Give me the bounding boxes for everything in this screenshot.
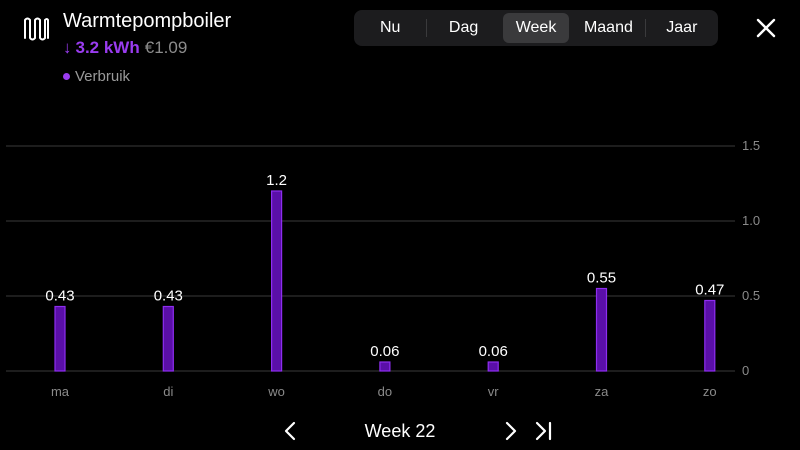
bar — [704, 299, 716, 372]
chevron-right-icon[interactable] — [497, 418, 523, 444]
x-tick-label: zo — [703, 384, 717, 399]
tab-divider — [644, 19, 646, 37]
tab-nu[interactable]: Nu — [357, 13, 423, 43]
x-tick-label: za — [595, 384, 610, 399]
x-tick-label: vr — [488, 384, 500, 399]
x-tick-label: do — [378, 384, 392, 399]
data-label: 0.06 — [479, 343, 508, 360]
bar — [54, 305, 66, 372]
period-selector: Nu Dag Week Maand Jaar — [354, 10, 718, 46]
y-tick-label: 1.0 — [742, 213, 760, 228]
x-tick-label: di — [163, 384, 173, 399]
bar — [595, 287, 608, 372]
energy-summary: ↓ 3.2 kWh €1.09 — [63, 38, 187, 58]
data-label: 0.55 — [587, 270, 616, 287]
period-navigation: Week 22 — [0, 416, 800, 446]
bar — [162, 305, 174, 372]
close-icon[interactable] — [752, 14, 780, 42]
chevron-left-icon[interactable] — [278, 418, 304, 444]
data-label: 0.43 — [154, 288, 183, 305]
bar — [379, 361, 391, 372]
tab-maand[interactable]: Maand — [575, 13, 641, 43]
data-label: 1.2 — [266, 172, 287, 189]
tab-jaar[interactable]: Jaar — [649, 13, 715, 43]
tab-divider — [426, 19, 428, 37]
energy-total: 3.2 kWh — [75, 38, 140, 57]
data-label: 0.47 — [695, 282, 724, 299]
device-title: Warmtepompboiler — [63, 10, 232, 32]
legend-label: Verbruik — [75, 68, 131, 85]
x-tick-label: ma — [51, 384, 70, 399]
y-tick-label: 0.5 — [742, 288, 760, 303]
tab-week[interactable]: Week — [502, 13, 570, 43]
bar — [271, 190, 283, 372]
y-tick-label: 1.5 — [742, 138, 760, 153]
bar — [487, 361, 499, 372]
radiator-icon — [24, 17, 49, 41]
legend: Verbruik — [63, 68, 130, 85]
cost-total: €1.09 — [144, 38, 188, 57]
usage-chart: 0 0.5 1.0 1.5 0.43 ma 0.43 di 1.2 wo 0.06 do 0.06 vr 0… — [6, 138, 760, 399]
data-label: 0.43 — [45, 288, 74, 305]
x-tick-label: wo — [267, 384, 285, 399]
skip-to-end-icon[interactable] — [530, 418, 556, 444]
tab-dag[interactable]: Dag — [430, 13, 496, 43]
down-arrow-icon: ↓ — [63, 38, 72, 57]
y-tick-label: 0 — [742, 363, 749, 378]
legend-dot — [63, 73, 70, 80]
data-label: 0.06 — [370, 343, 399, 360]
period-label: Week 22 — [364, 421, 436, 441]
